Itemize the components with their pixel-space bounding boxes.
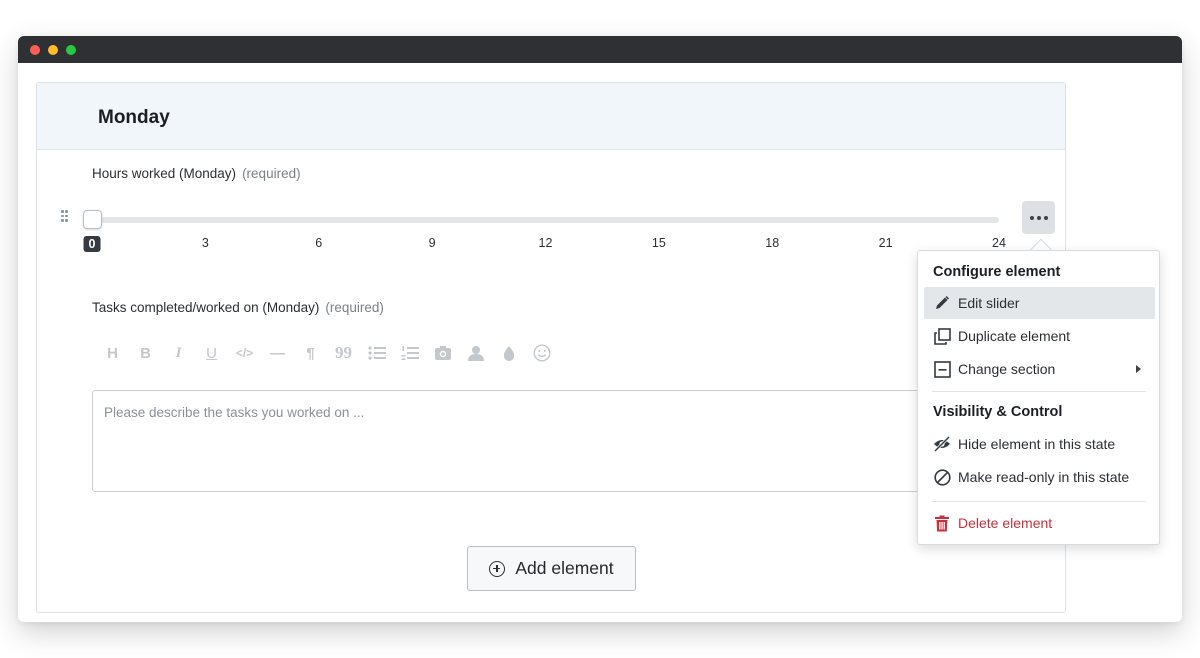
form-section-card: Monday Hours worked (Monday) (required) 0… [36,82,1066,613]
pencil-icon [933,294,951,312]
change-section-item[interactable]: Change section [924,353,1155,385]
make-readonly-item[interactable]: Make read-only in this state [924,461,1155,493]
menu-divider [932,391,1146,392]
tasks-textarea[interactable]: Please describe the tasks you worked on … [92,390,952,492]
edit-slider-item[interactable]: Edit slider [924,287,1155,319]
code-button[interactable]: </> [233,346,256,360]
bullet-list-icon[interactable] [365,345,388,361]
more-dot-icon [1043,215,1048,220]
section-header: Monday [37,83,1065,150]
make-readonly-label: Make read-only in this state [958,469,1130,485]
slider-tick-0: 0 [83,236,101,252]
emoji-icon[interactable] [530,344,553,362]
element-context-menu: Configure element Edit slider Duplicate … [917,250,1160,545]
menu-divider [932,501,1146,502]
slider-tick-15: 15 [651,236,666,250]
heading-button[interactable]: H [101,345,124,362]
submenu-arrow-icon [1136,365,1141,373]
tasks-label-text: Tasks completed/worked on (Monday) [92,300,320,315]
bold-button[interactable]: B [134,345,157,362]
maximize-window-icon[interactable] [66,45,76,55]
hours-required-text: (required) [242,166,301,181]
duplicate-element-label: Duplicate element [958,328,1071,344]
edit-slider-label: Edit slider [958,295,1020,311]
add-element-label: Add element [515,558,614,578]
more-dot-icon [1029,215,1034,220]
quote-button[interactable]: 99 [332,343,355,363]
paragraph-button[interactable]: ¶ [299,345,322,362]
hours-field-label: Hours worked (Monday) (required) [92,166,301,181]
hide-element-label: Hide element in this state [958,436,1116,452]
delete-element-item[interactable]: Delete element [924,507,1155,539]
trash-icon [933,514,951,532]
rich-text-toolbar: H B I U </> — ¶ 99 [101,343,563,363]
color-drop-icon[interactable] [497,345,520,361]
ban-icon [933,468,951,486]
hours-label-text: Hours worked (Monday) [92,166,237,181]
italic-button[interactable]: I [167,345,190,362]
slider-tick-12: 12 [538,236,553,250]
minimize-window-icon[interactable] [48,45,58,55]
section-icon [933,360,951,378]
duplicate-element-item[interactable]: Duplicate element [924,320,1155,352]
visibility-control-heading: Visibility & Control [933,404,1063,420]
hours-slider-thumb[interactable] [83,210,102,229]
configure-element-heading: Configure element [933,264,1061,280]
plus-circle-icon [489,560,506,577]
drag-handle-icon[interactable] [61,210,69,224]
slider-tick-9: 9 [428,236,436,250]
underline-button[interactable]: U [200,345,223,362]
add-element-button[interactable]: Add element [467,546,636,591]
numbered-list-icon[interactable] [398,345,421,361]
slider-tick-24: 24 [992,236,1006,250]
hide-element-item[interactable]: Hide element in this state [924,428,1155,460]
slider-tick-3: 3 [201,236,209,250]
slider-tick-6: 6 [315,236,323,250]
window-titlebar [18,36,1182,63]
more-dot-icon [1036,215,1041,220]
close-window-icon[interactable] [30,45,40,55]
slider-tick-18: 18 [765,236,780,250]
change-section-label: Change section [958,361,1056,377]
slider-tick-21: 21 [878,236,893,250]
eye-slash-icon [933,435,951,453]
section-title: Monday [98,107,170,128]
tasks-field-label: Tasks completed/worked on (Monday) (requi… [92,300,384,315]
user-mention-icon[interactable] [464,345,487,361]
image-upload-icon[interactable] [431,345,454,361]
delete-element-label: Delete element [958,515,1053,531]
hours-slider-track[interactable] [93,217,999,223]
tasks-required-text: (required) [325,300,384,315]
more-options-button[interactable] [1022,201,1055,234]
horizontal-rule-button[interactable]: — [266,345,289,362]
duplicate-icon [933,327,951,345]
